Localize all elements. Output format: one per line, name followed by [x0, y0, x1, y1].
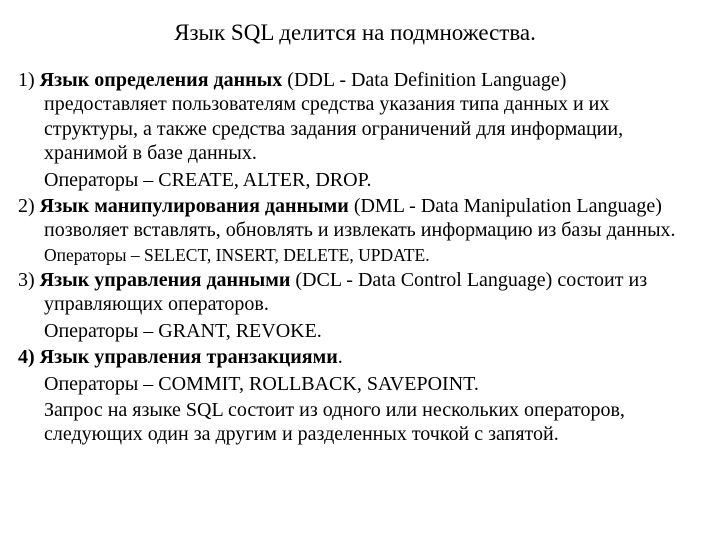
item-3-num: 3) [18, 269, 40, 291]
item-1-ops: Операторы – CREATE, ALTER, DROP. [18, 168, 692, 192]
item-4-dot: . [338, 346, 343, 368]
item-2-ops: Операторы – SELECT, INSERT, DELETE, UPDA… [18, 245, 692, 266]
item-3: 3) Язык управления данными (DCL - Data C… [18, 268, 692, 317]
item-3-ops: Операторы – GRANT, REVOKE. [18, 319, 692, 343]
item-4-num: 4) [18, 346, 40, 368]
item-2: 2) Язык манипулирования данными (DML - D… [18, 194, 692, 243]
item-4-ops: Операторы – COMMIT, ROLLBACK, SAVEPOINT. [18, 372, 692, 396]
item-2-num: 2) [18, 195, 40, 217]
item-1-term: Язык определения данных [40, 69, 283, 91]
item-1-num: 1) [18, 69, 40, 91]
content-body: 1) Язык определения данных (DDL - Data D… [18, 68, 692, 447]
footer-note: Запрос на языке SQL состоит из одного ил… [18, 398, 692, 447]
item-4: 4) Язык управления транзакциями. [18, 345, 692, 369]
item-3-term: Язык управления данными [40, 269, 291, 291]
item-1: 1) Язык определения данных (DDL - Data D… [18, 68, 692, 166]
page-title: Язык SQL делится на подмножества. [18, 20, 692, 46]
item-4-term: Язык управления транзакциями [40, 346, 338, 368]
item-2-term: Язык манипулирования данными [40, 195, 349, 217]
